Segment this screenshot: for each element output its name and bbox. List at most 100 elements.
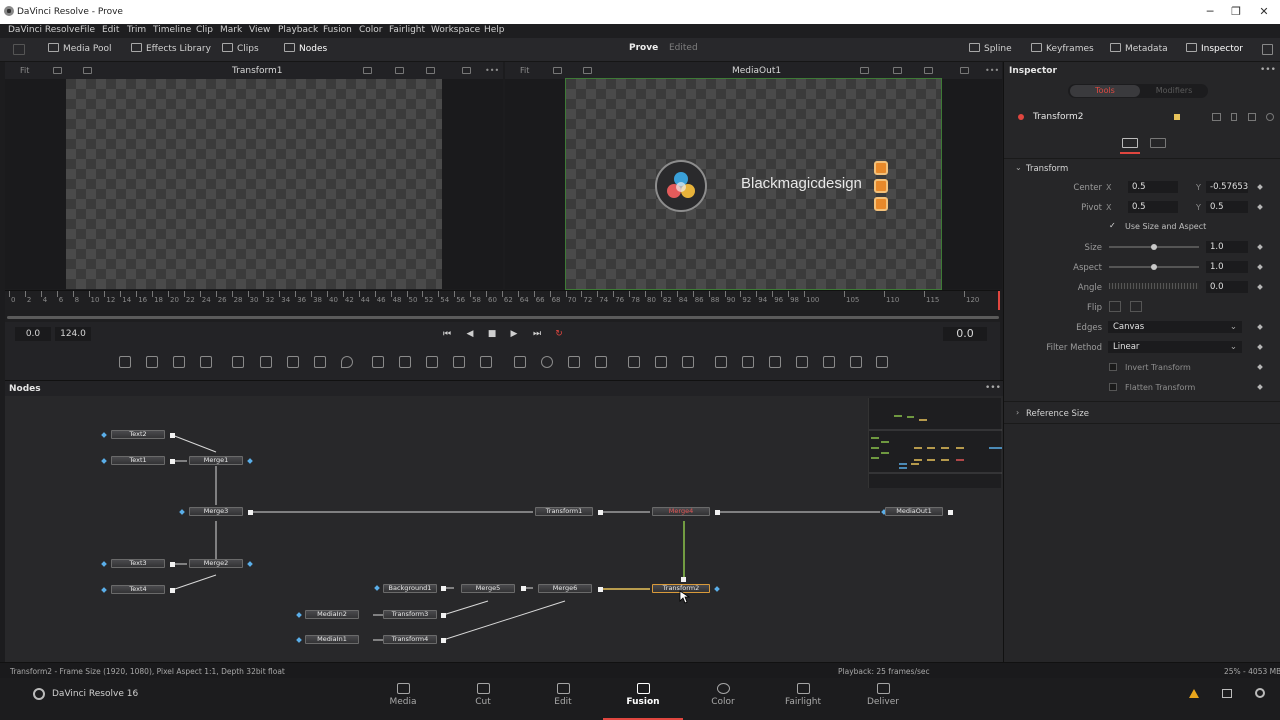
effects-library-button[interactable]: Effects Library [131,43,211,58]
section-chevron-right-icon[interactable]: › [1016,408,1019,417]
matte-tool-icon[interactable] [453,356,465,368]
aspect-keyframe-icon[interactable] [1257,264,1263,270]
keyframes-button[interactable]: Keyframes [1031,43,1094,58]
node-output-pin[interactable] [681,577,686,582]
pmerge-tool-icon[interactable] [655,356,667,368]
viewer-left-color-icon[interactable] [395,67,404,74]
viewer-right-grid-icon[interactable] [924,67,933,74]
node-color-dot-icon[interactable] [1018,114,1024,120]
node-output-pin[interactable] [170,588,175,593]
nodes-panel-menu-icon[interactable]: ••• [985,383,1001,393]
viewer-left-fit[interactable]: Fit [20,66,29,75]
node-merge2[interactable]: Merge2 [189,559,243,568]
gradient-tool-icon[interactable] [260,356,272,368]
pivot-keyframe-icon[interactable] [1257,204,1263,210]
text-tool-icon[interactable] [173,356,185,368]
viewer-right-color-icon[interactable] [893,67,902,74]
inspector-button[interactable]: Inspector [1186,43,1243,58]
node-transform3[interactable]: Transform3 [383,610,437,619]
prender-tool-icon[interactable] [682,356,694,368]
current-frame-field[interactable]: 0.0 [943,327,987,341]
page-fairlight[interactable]: Fairlight [763,678,843,720]
edges-dropdown[interactable]: Canvas ⌄ [1108,321,1242,333]
menu-mark[interactable]: Mark [220,25,242,35]
render-end-field[interactable]: 124.0 [55,327,91,341]
node-editor[interactable]: Text2 Text1 Merge1 Merge3 Text3 Merge2 T… [5,396,1003,662]
home-icon[interactable] [1222,689,1232,698]
menu-fusion[interactable]: Fusion [323,25,352,35]
viewer-left-layout-icon[interactable] [53,67,62,74]
menu-playback[interactable]: Playback [278,25,318,35]
play-button[interactable]: ▶ [508,328,520,340]
warning-icon[interactable] [1189,689,1199,698]
size-field[interactable]: 1.0 [1206,241,1248,253]
size-slider-knob[interactable] [1151,244,1157,250]
node-merge3[interactable]: Merge3 [189,507,243,516]
flip-vertical-icon[interactable] [1130,301,1142,312]
center-keyframe-icon[interactable] [1257,184,1263,190]
scrub-track[interactable] [7,316,999,319]
viewer-right-frame-icon[interactable] [960,67,969,74]
node-output-pin[interactable] [441,638,446,643]
shape3d-tool-icon[interactable] [715,356,727,368]
first-frame-button[interactable]: ⏮ [441,328,453,340]
node-text3[interactable]: Text3 [111,559,165,568]
node-output-pin[interactable] [948,510,953,515]
node-transform4[interactable]: Transform4 [383,635,437,644]
menu-clip[interactable]: Clip [196,25,213,35]
flip-horizontal-icon[interactable] [1109,301,1121,312]
timeline-ruler[interactable]: 0 2 4 6 8 10 12 14 16 18 20 22 24 26 28 30 32 34 36 38 40 42 4… [5,290,1000,311]
viewer-right-fit[interactable]: Fit [520,66,529,75]
node-merge6[interactable]: Merge6 [538,584,592,593]
viewer-left-canvas[interactable] [66,79,442,289]
invert-transform-checkbox[interactable] [1109,363,1117,371]
viewer-left-zoom-icon[interactable] [363,67,372,74]
edges-keyframe-icon[interactable] [1257,324,1263,330]
page-color[interactable]: Color [683,678,763,720]
fullscreen-icon[interactable] [1262,44,1273,55]
node-output-pin[interactable] [248,510,253,515]
settings-tab-icon[interactable] [1150,138,1166,148]
section-chevron-icon[interactable]: ⌄ [1015,163,1022,172]
node-mediaout1[interactable]: MediaOut1 [885,507,943,516]
center-y-field[interactable]: -0.57653 [1206,181,1248,193]
transform-section-header[interactable]: Transform [1026,164,1068,174]
viewer-left-roi-icon[interactable] [83,67,92,74]
blur-tool-icon[interactable] [480,356,492,368]
settings-gear-icon[interactable] [1255,688,1265,698]
flatten-keyframe-icon[interactable] [1257,384,1263,390]
rectangle-mask-icon[interactable] [514,356,526,368]
center-x-field[interactable]: 0.5 [1128,181,1178,193]
viewer-left-grid-icon[interactable] [426,67,435,74]
controls-tab-icon[interactable] [1122,138,1138,148]
tab-tools[interactable]: Tools [1070,85,1140,97]
node-merge5[interactable]: Merge5 [461,584,515,593]
spline-button[interactable]: Spline [969,43,1012,58]
inspector-menu-icon[interactable]: ••• [1260,65,1276,75]
viewer-right-zoom-icon[interactable] [860,67,869,74]
node-merge1[interactable]: Merge1 [189,456,243,465]
prev-frame-button[interactable]: ◀ [464,328,476,340]
image-plane-tool-icon[interactable] [876,356,888,368]
scrub-bar[interactable] [5,310,1000,322]
invert-keyframe-icon[interactable] [1257,364,1263,370]
merge3d-tool-icon[interactable] [742,356,754,368]
viewer-left-menu-icon[interactable]: ••• [485,66,499,75]
text3d-tool-icon[interactable] [769,356,781,368]
fast-noise-tool-icon[interactable] [287,356,299,368]
node-output-pin[interactable] [598,587,603,592]
close-button[interactable]: ✕ [1250,3,1278,21]
lock-icon[interactable] [1248,113,1256,121]
camera3d-tool-icon[interactable] [796,356,808,368]
node-text4[interactable]: Text4 [111,585,165,594]
metadata-button[interactable]: Metadata [1110,43,1168,58]
ellipse-mask-icon[interactable] [541,356,553,368]
node-output-pin[interactable] [170,459,175,464]
page-deliver[interactable]: Deliver [843,678,923,720]
menu-fairlight[interactable]: Fairlight [389,25,425,35]
node-output-pin[interactable] [598,510,603,515]
render-start-field[interactable]: 0.0 [15,327,51,341]
viewer-right-roi-icon[interactable] [583,67,592,74]
paint-tool-icon[interactable] [200,356,212,368]
page-edit[interactable]: Edit [523,678,603,720]
